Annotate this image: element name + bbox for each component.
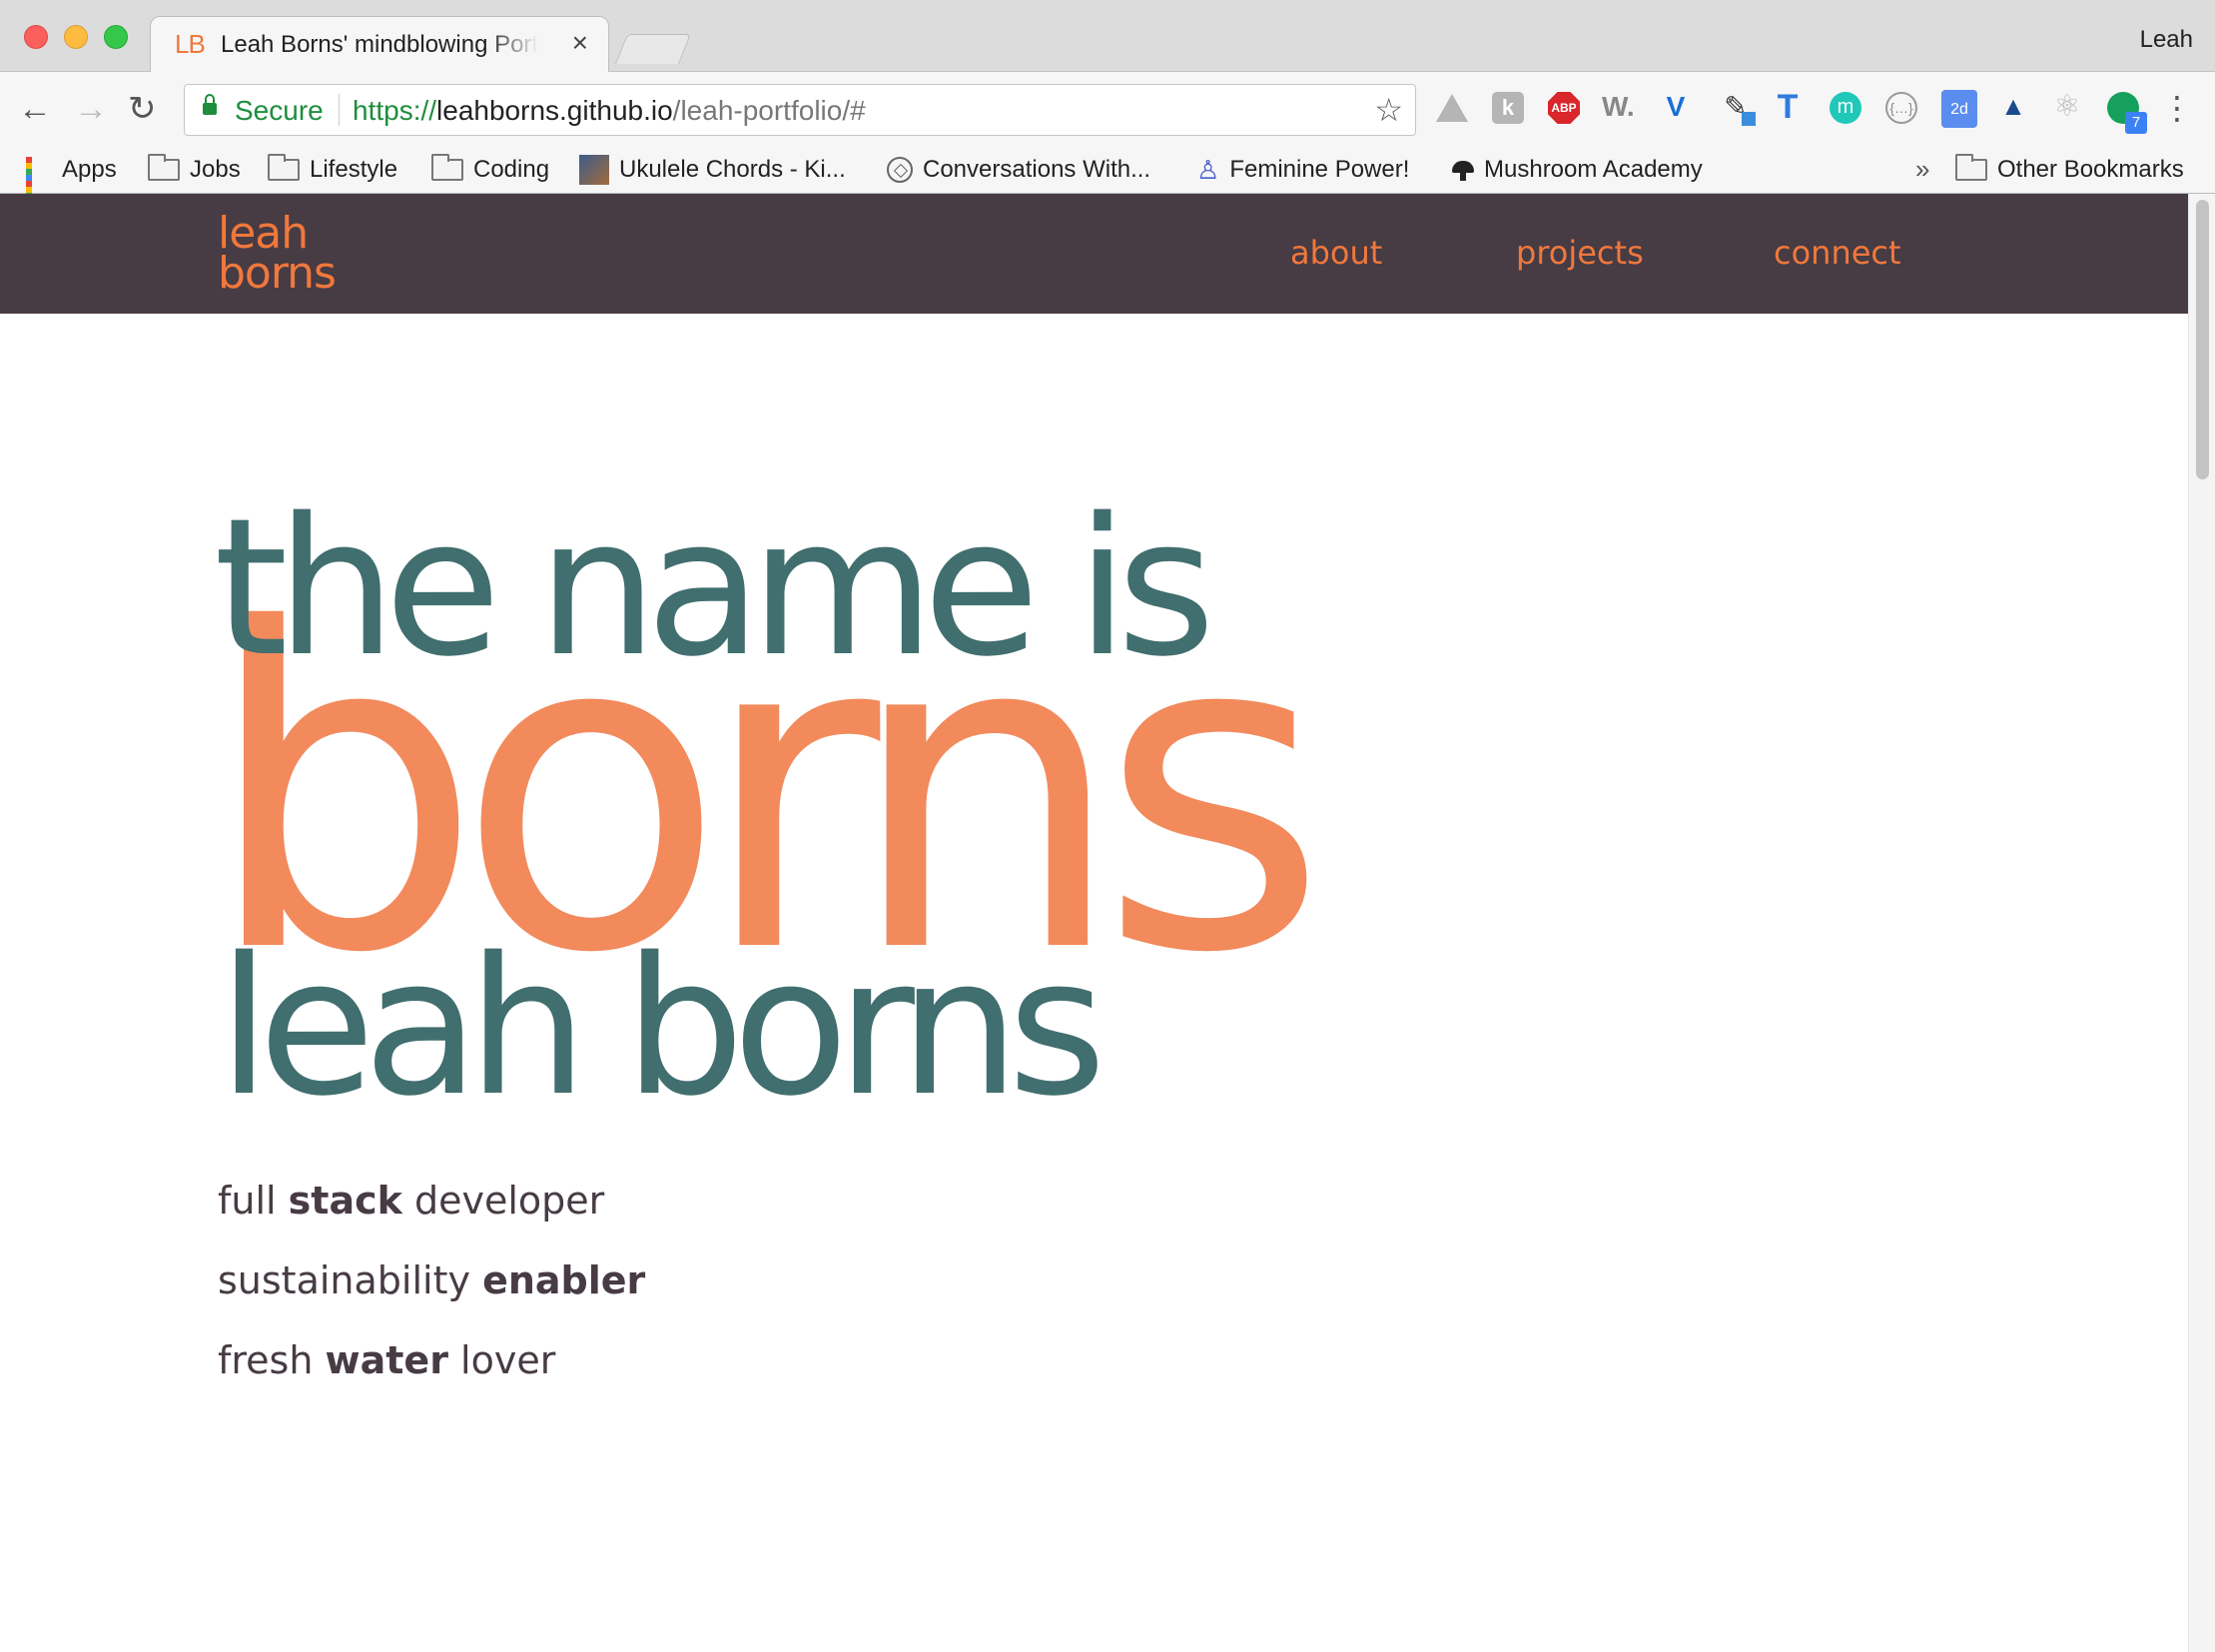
t-extension-icon[interactable]: T <box>1772 90 1804 124</box>
tagline-text: developer <box>401 1179 605 1223</box>
color-dropper-badge <box>1742 112 1756 126</box>
grammarly-badge: 7 <box>2125 112 2147 134</box>
bookmark-label: Mushroom Academy <box>1484 156 1703 183</box>
hero-full-name: leah borns <box>218 917 1107 1138</box>
tagline-text: full <box>218 1179 289 1223</box>
bookmark-label: Apps <box>62 156 117 183</box>
url-scheme: https:// <box>353 95 437 126</box>
scrollbar-thumb[interactable] <box>2196 200 2209 479</box>
bookmark-label: Coding <box>473 156 550 183</box>
google-drive-icon[interactable] <box>1436 94 1468 122</box>
bookmark-label: Ukulele Chords - Ki... <box>619 156 846 183</box>
site-navbar: leah borns about projects connect <box>0 194 2188 314</box>
bookmark-conversations[interactable]: Conversations With... <box>887 148 1150 192</box>
tagline-bold-text: enabler <box>482 1258 646 1302</box>
secure-label: Secure <box>235 95 324 126</box>
tagline-text: sustainability <box>218 1258 483 1302</box>
bookmark-star-icon[interactable]: ☆ <box>1374 91 1403 129</box>
person-icon: ♙ <box>1196 155 1220 185</box>
tagline-1: full stack developer <box>218 1179 604 1223</box>
bookmark-mushroom-academy[interactable]: Mushroom Academy <box>1452 148 1703 192</box>
2d-extension-icon[interactable]: 2d <box>1941 90 1977 128</box>
tagline-2: sustainability enabler <box>218 1258 645 1302</box>
back-arrow-icon[interactable]: ← <box>18 92 52 126</box>
axe-icon[interactable]: ▲ <box>1997 92 2029 124</box>
omnibox-divider <box>339 94 340 126</box>
m-extension-icon[interactable]: m <box>1830 92 1861 124</box>
nav-link-projects[interactable]: projects <box>1516 234 1644 272</box>
v-extension-icon[interactable]: V <box>1660 92 1692 124</box>
new-tab-button[interactable] <box>614 34 692 64</box>
bookmark-apps[interactable]: Apps <box>26 148 117 211</box>
folder-icon <box>431 154 463 181</box>
tab-title: Leah Borns' mindblowing Portfolio <box>221 31 538 58</box>
forward-arrow-icon[interactable]: → <box>74 92 108 126</box>
bookmark-label: Lifestyle <box>310 156 398 183</box>
bookmark-label: Conversations With... <box>923 156 1151 183</box>
close-window-button[interactable] <box>24 25 48 49</box>
bookmark-ukulele-chords[interactable]: Ukulele Chords - Ki... <box>579 148 846 192</box>
mushroom-icon <box>1452 155 1474 185</box>
tagline-bold-text: water <box>325 1338 448 1382</box>
bookmark-label: Feminine Power! <box>1229 156 1410 183</box>
folder-icon <box>1955 154 1987 181</box>
reload-icon[interactable]: ↻ <box>128 92 157 126</box>
browser-toolbar: ← → ↻ Secure https://leahborns.github.io… <box>0 72 2215 148</box>
minimize-window-button[interactable] <box>64 25 88 49</box>
url-host: leahborns.github.io <box>436 95 673 126</box>
tagline-text: lover <box>447 1338 556 1382</box>
nav-link-about[interactable]: about <box>1290 234 1382 272</box>
photo-icon <box>579 155 609 185</box>
compass-icon <box>887 157 913 183</box>
zoom-window-button[interactable] <box>104 25 128 49</box>
hero-intro-text: the name is <box>214 477 1215 698</box>
tagline-text: fresh <box>218 1338 326 1382</box>
bookmark-jobs[interactable]: Jobs <box>148 148 241 192</box>
tab-close-icon[interactable]: × <box>572 27 588 59</box>
bookmark-label: Jobs <box>190 156 241 183</box>
tagline-bold-text: stack <box>288 1179 402 1223</box>
address-bar[interactable]: Secure https://leahborns.github.io/leah-… <box>184 84 1416 136</box>
nav-link-connect[interactable]: connect <box>1774 234 1901 272</box>
bookmarks-bar: Apps Jobs Lifestyle Coding Ukulele Chord… <box>0 148 2215 211</box>
lock-icon <box>203 94 217 115</box>
bookmark-other[interactable]: Other Bookmarks <box>1955 148 2184 192</box>
bookmark-label: Other Bookmarks <box>1997 156 2184 183</box>
tagline-3: fresh water lover <box>218 1338 555 1382</box>
apps-grid-icon <box>26 157 52 211</box>
url-path: /leah-portfolio/# <box>672 95 866 126</box>
tab-favicon-icon: LB <box>175 29 206 59</box>
bookmark-feminine-power[interactable]: ♙ Feminine Power! <box>1196 148 1409 192</box>
adblock-plus-icon[interactable]: ABP <box>1548 92 1580 124</box>
site-logo[interactable]: leah borns <box>218 212 337 299</box>
react-devtools-icon[interactable]: ⚛ <box>2051 92 2083 124</box>
w-extension-icon[interactable]: W. <box>1602 92 1635 124</box>
folder-icon <box>268 154 300 181</box>
json-viewer-icon[interactable]: {…} <box>1885 92 1917 124</box>
url-text[interactable]: https://leahborns.github.io/leah-portfol… <box>353 95 866 127</box>
page-viewport: leah borns about projects connect the na… <box>0 194 2188 1652</box>
k-extension-icon[interactable]: k <box>1492 92 1524 124</box>
more-bookmarks-chevron-icon[interactable]: » <box>1915 154 1929 185</box>
logo-line-2: borns <box>218 248 337 299</box>
browser-tab[interactable]: LB Leah Borns' mindblowing Portfolio × <box>150 16 609 73</box>
folder-icon <box>148 154 180 181</box>
browser-titlebar: LB Leah Borns' mindblowing Portfolio × L… <box>0 0 2215 73</box>
profile-name[interactable]: Leah <box>2140 26 2193 54</box>
bookmark-coding[interactable]: Coding <box>431 148 549 192</box>
browser-menu-icon[interactable]: ⋮ <box>2161 92 2193 124</box>
bookmark-lifestyle[interactable]: Lifestyle <box>268 148 397 192</box>
page-scrollbar[interactable] <box>2188 194 2215 1652</box>
